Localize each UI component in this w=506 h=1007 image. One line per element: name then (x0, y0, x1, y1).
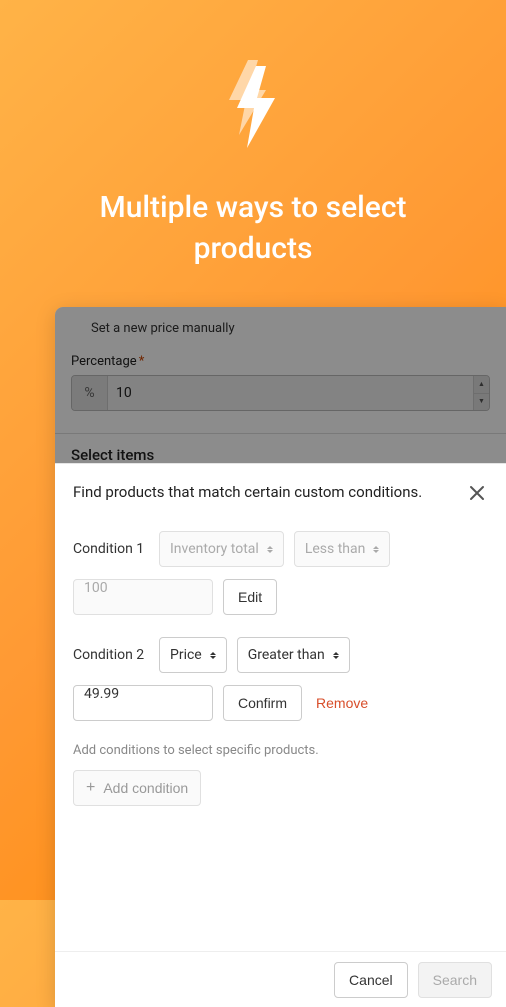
sort-icon (210, 652, 216, 659)
condition-2-field-select[interactable]: Price (159, 637, 227, 673)
percentage-label: Percentage* (71, 354, 490, 369)
number-stepper[interactable]: ▲ ▼ (473, 376, 489, 410)
remove-button[interactable]: Remove (312, 695, 372, 711)
percentage-prefix: % (72, 376, 108, 410)
modal-footer: Cancel Search (55, 951, 506, 1007)
close-button[interactable] (466, 482, 488, 507)
dimmed-background: Set a new price manually Percentage* % 1… (55, 307, 506, 484)
percentage-value: 10 (108, 376, 473, 410)
condition-2-label: Condition 2 (73, 647, 149, 663)
modal-header: Find products that match certain custom … (55, 464, 506, 521)
condition-1-field-select[interactable]: Inventory total (159, 531, 284, 567)
cancel-button[interactable]: Cancel (334, 962, 408, 998)
radio-set-price-manually[interactable]: Set a new price manually (91, 321, 490, 336)
sort-icon (373, 546, 379, 553)
stepper-down-icon[interactable]: ▼ (474, 393, 489, 411)
sort-icon (333, 652, 339, 659)
plus-icon: + (86, 780, 95, 796)
condition-2: Condition 2 Price Greater than 49.99 Con… (73, 637, 488, 721)
condition-1-value-input[interactable]: 100 (73, 579, 213, 615)
hero: Multiple ways to select products (0, 0, 506, 269)
edit-button[interactable]: Edit (223, 579, 277, 615)
stepper-up-icon[interactable]: ▲ (474, 376, 489, 393)
modal-body: Condition 1 Inventory total Less than 10… (55, 521, 506, 826)
confirm-button[interactable]: Confirm (223, 685, 302, 721)
condition-2-value-input[interactable]: 49.99 (73, 685, 213, 721)
required-asterisk: * (139, 354, 145, 369)
divider (55, 433, 506, 434)
close-icon (468, 484, 486, 502)
modal-title: Find products that match certain custom … (73, 482, 454, 503)
percentage-input[interactable]: % 10 ▲ ▼ (71, 375, 490, 411)
condition-1-operator-select[interactable]: Less than (294, 531, 391, 567)
select-items-heading: Select items (71, 446, 490, 464)
condition-2-operator-select[interactable]: Greater than (237, 637, 350, 673)
sort-icon (267, 546, 273, 553)
background-card: Set a new price manually Percentage* % 1… (55, 307, 506, 1007)
condition-1: Condition 1 Inventory total Less than 10… (73, 531, 488, 615)
bolt-icon (20, 60, 486, 148)
radio-option-label: Set a new price manually (91, 321, 235, 336)
add-condition-button[interactable]: + Add condition (73, 770, 201, 806)
hero-title: Multiple ways to select products (73, 188, 433, 269)
conditions-modal: Find products that match certain custom … (55, 463, 506, 1007)
condition-1-label: Condition 1 (73, 541, 149, 557)
search-button[interactable]: Search (418, 962, 492, 998)
helper-text: Add conditions to select specific produc… (73, 743, 488, 758)
